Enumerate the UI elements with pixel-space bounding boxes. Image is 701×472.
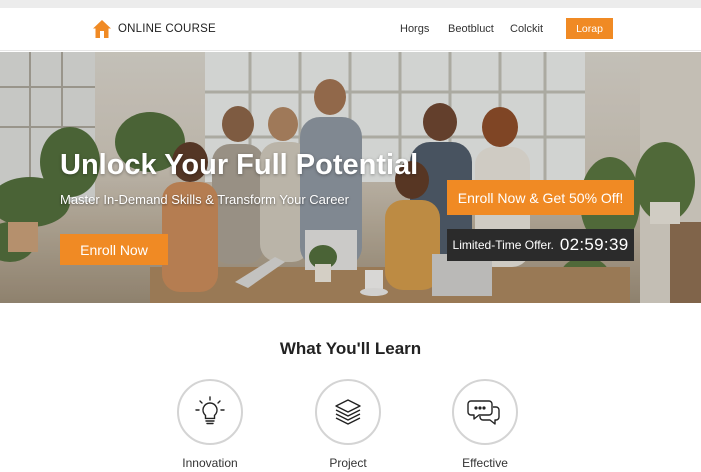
- feature-icon-circle: [315, 379, 381, 445]
- feature-icon-circle: [177, 379, 243, 445]
- feature-label: Effective: [462, 456, 508, 470]
- top-strip: [0, 0, 701, 8]
- feature-project[interactable]: Project: [288, 379, 408, 470]
- section-title: What You'll Learn: [279, 339, 422, 358]
- brand-name: ONLINE COURSE: [118, 23, 216, 35]
- feature-label: Innovation: [182, 456, 238, 470]
- feature-icon-circle: [452, 379, 518, 445]
- timer-label: Limited-Time Offer.: [452, 238, 554, 252]
- nav-cta-button[interactable]: Lorap: [566, 18, 613, 39]
- countdown-timer: Limited-Time Offer. 02:59:39: [447, 229, 634, 261]
- enroll-now-button[interactable]: Enroll Now: [60, 234, 168, 265]
- timer-value: 02:59:39: [559, 235, 629, 254]
- hero-title: Unlock Your Full Potential: [60, 149, 419, 181]
- feature-innovation[interactable]: Innovation: [150, 379, 270, 470]
- chat-bubbles-icon: [467, 400, 500, 425]
- layers-icon: [335, 399, 361, 425]
- house-icon: [93, 20, 111, 38]
- nav-link-horgs[interactable]: Horgs: [400, 23, 429, 35]
- brand-logo[interactable]: ONLINE COURSE: [92, 19, 216, 39]
- enroll-discount-button[interactable]: Enroll Now & Get 50% Off!: [447, 180, 634, 215]
- feature-effective[interactable]: Effective: [425, 379, 545, 470]
- learn-section: What You'll Learn Innovation Project Eff…: [0, 303, 701, 472]
- nav-link-beotbluct[interactable]: Beotbluct: [448, 23, 494, 35]
- nav-link-colckit[interactable]: Colckit: [510, 23, 543, 35]
- lightbulb-icon: [195, 396, 225, 425]
- hero-banner: Unlock Your Full Potential Master In-Dem…: [0, 52, 701, 303]
- feature-label: Project: [329, 456, 367, 470]
- hero-subtitle: Master In-Demand Skills & Transform Your…: [60, 192, 349, 207]
- navbar: ONLINE COURSE Horgs Beotbluct Colckit Lo…: [0, 8, 701, 51]
